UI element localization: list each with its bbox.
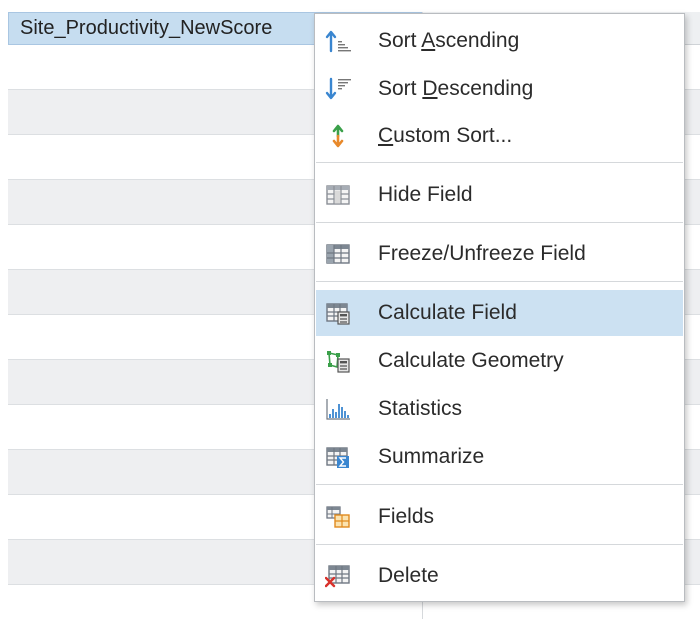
hide-field-icon	[326, 185, 350, 205]
delete-label: Delete	[378, 564, 439, 587]
summarize-icon	[326, 447, 349, 468]
menu-item-custom-sort[interactable]: Custom Sort...	[316, 113, 683, 159]
statistics-icon	[326, 399, 350, 420]
menu-item-sort-descending[interactable]: Sort Descending	[316, 66, 683, 112]
menu-item-delete[interactable]: Delete	[316, 553, 683, 599]
calculate-geometry-label: Calculate Geometry	[378, 349, 564, 372]
menu-item-calculate-geometry[interactable]: Calculate Geometry	[316, 338, 683, 384]
menu-separator	[316, 544, 683, 545]
freeze-field-label: Freeze/Unfreeze Field	[378, 242, 586, 265]
delete-icon	[325, 565, 350, 588]
freeze-field-icon	[326, 244, 350, 264]
custom-sort-icon	[332, 124, 344, 148]
statistics-label: Statistics	[378, 397, 463, 420]
menu-separator	[316, 484, 683, 485]
sort-ascending-label: Sort Ascending	[378, 29, 520, 52]
menu-item-calculate-field[interactable]: Calculate Field	[316, 290, 683, 336]
menu-item-summarize[interactable]: Summarize	[316, 434, 683, 480]
custom-sort-label: Custom Sort...	[378, 124, 513, 147]
column-context-menu: Sort Ascending Sort Descending Custom So…	[314, 13, 685, 602]
calculate-field-label: Calculate Field	[378, 301, 517, 324]
hide-field-label: Hide Field	[378, 183, 473, 206]
calculate-geometry-icon	[327, 351, 350, 373]
menu-item-freeze-field[interactable]: Freeze/Unfreeze Field	[316, 231, 683, 277]
sort-ascending-icon	[325, 30, 351, 53]
menu-separator	[316, 162, 683, 163]
fields-icon	[326, 506, 350, 528]
menu-item-hide-field[interactable]: Hide Field	[316, 172, 683, 218]
menu-separator	[316, 281, 683, 282]
menu-separator	[316, 222, 683, 223]
summarize-label: Summarize	[378, 445, 485, 468]
sort-descending-label: Sort Descending	[378, 77, 534, 100]
menu-item-fields[interactable]: Fields	[316, 494, 683, 540]
sort-descending-icon	[325, 77, 351, 100]
menu-item-sort-ascending[interactable]: Sort Ascending	[316, 18, 683, 64]
calculate-field-icon	[326, 303, 350, 325]
menu-item-statistics[interactable]: Statistics	[316, 386, 683, 432]
fields-label: Fields	[378, 505, 435, 528]
